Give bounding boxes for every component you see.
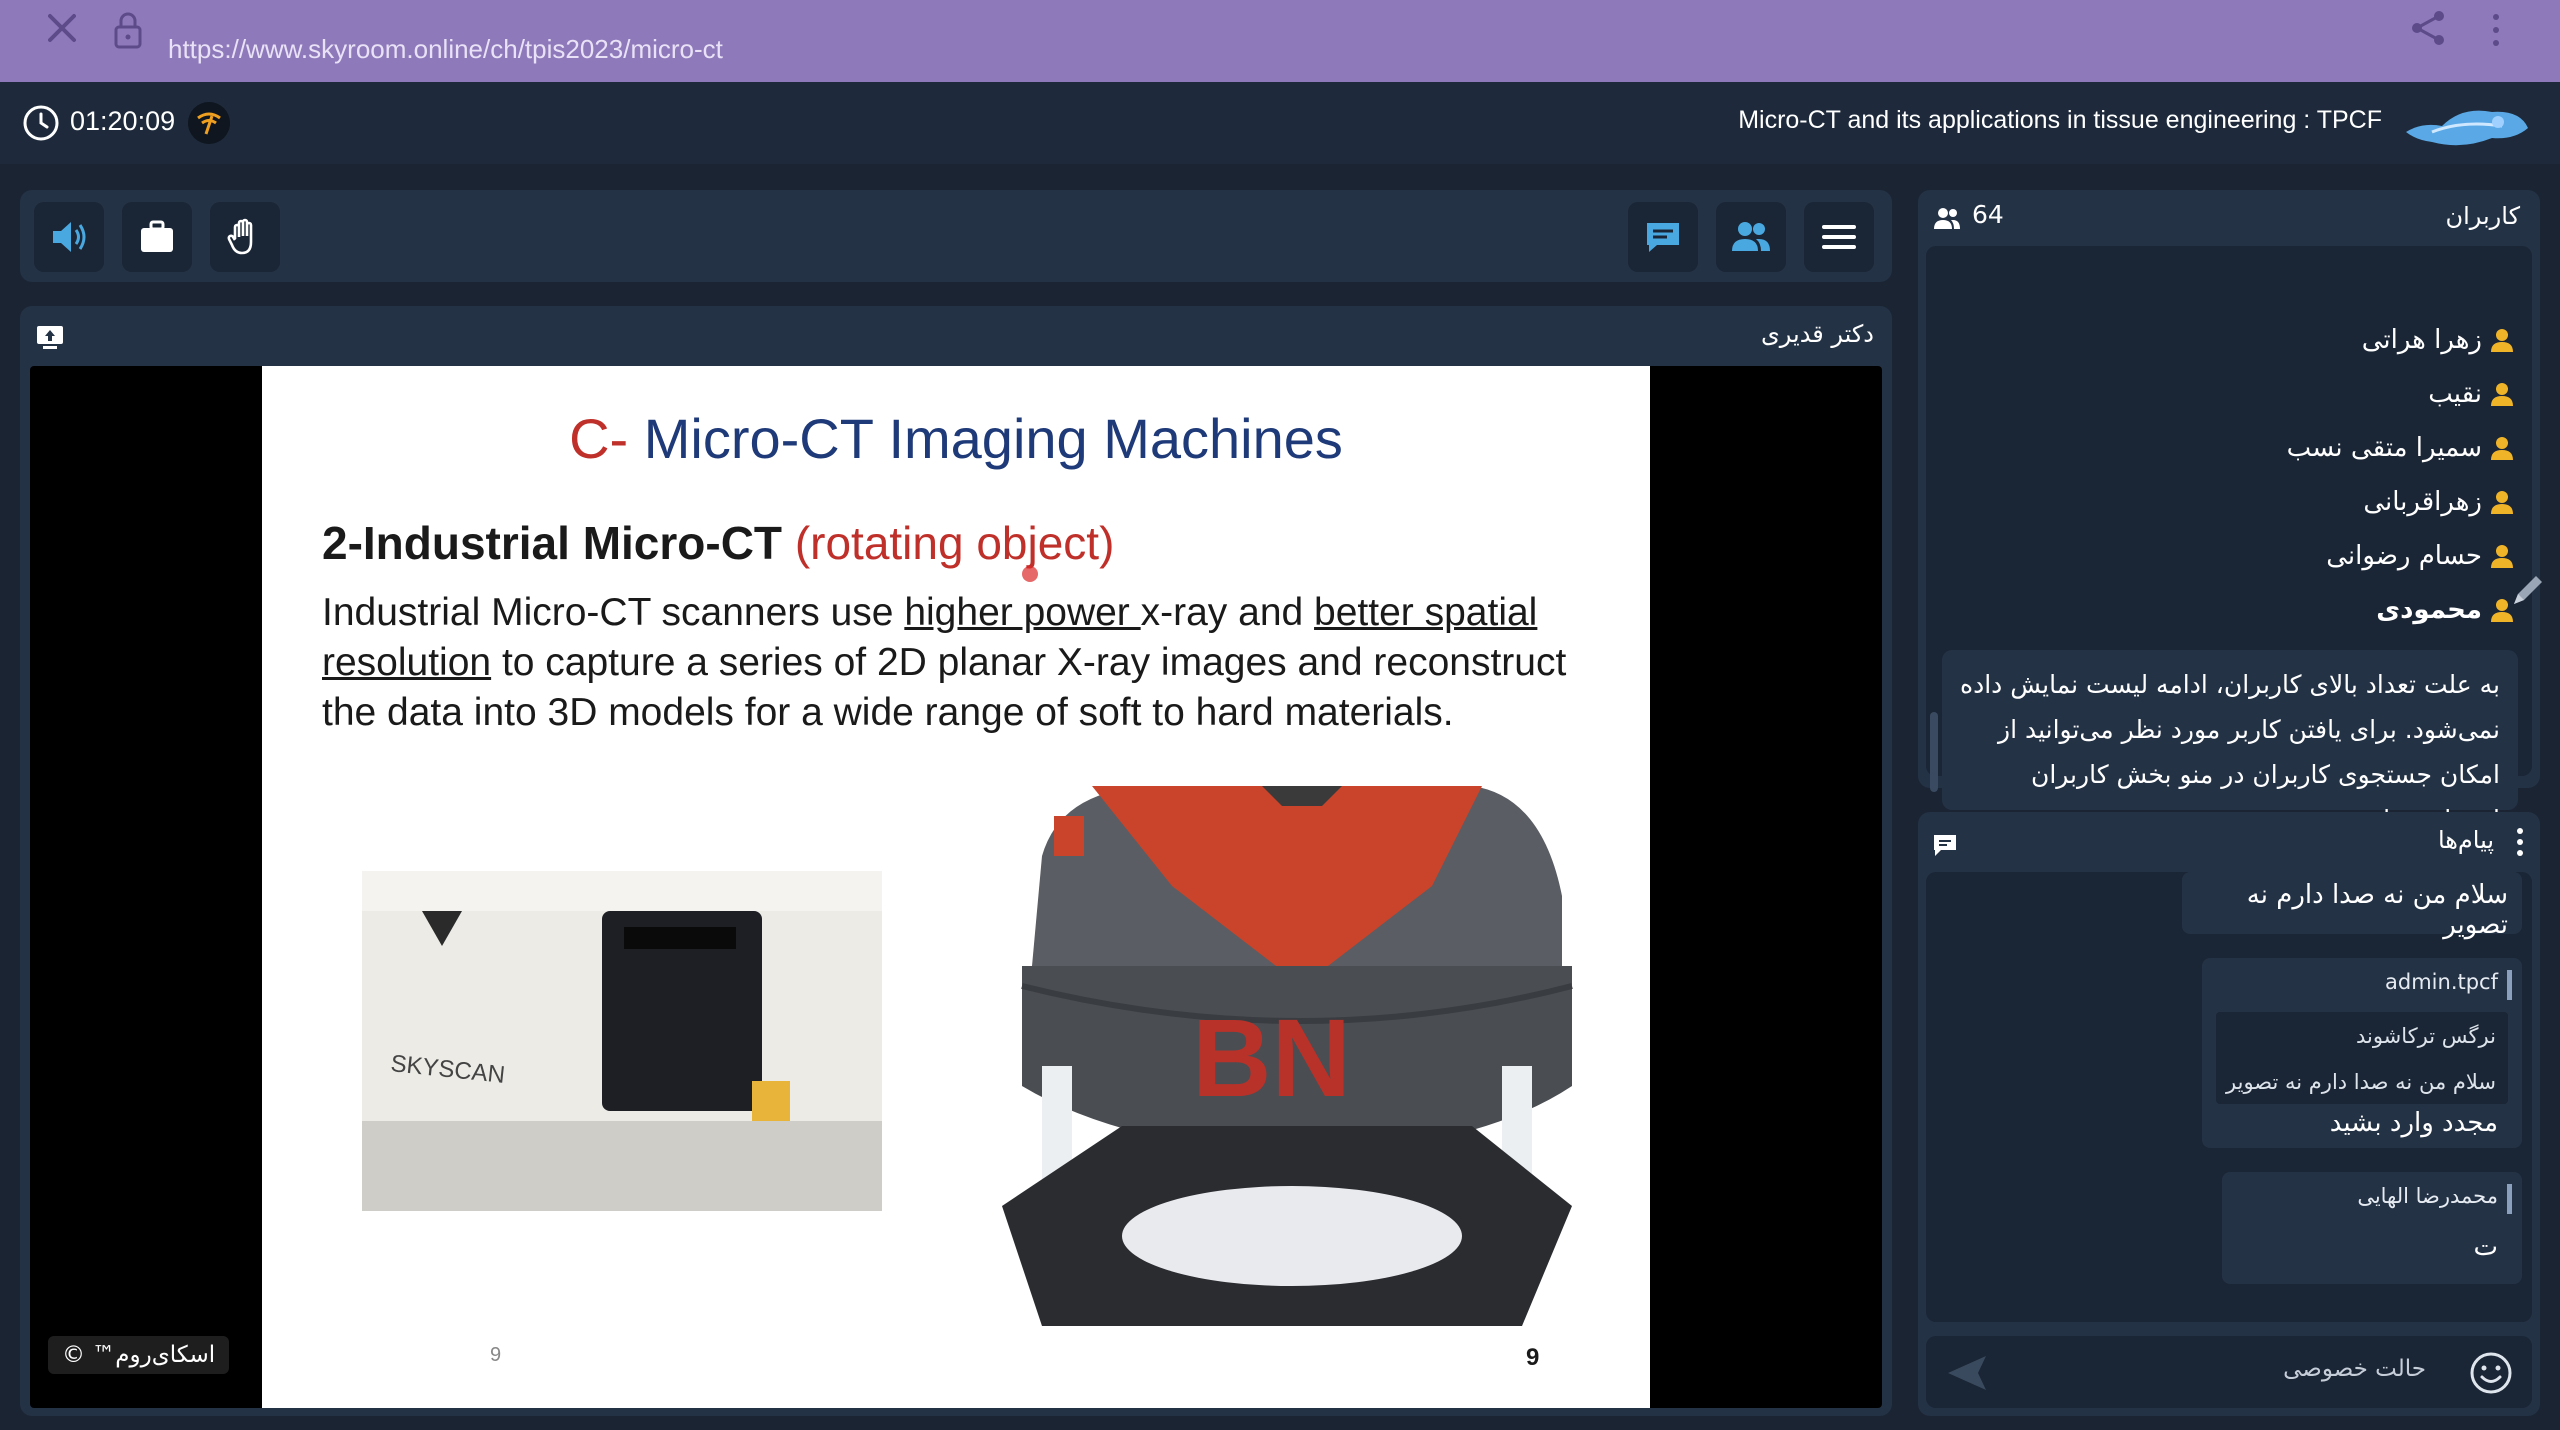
whiteboard-button[interactable] bbox=[122, 202, 192, 272]
slide-title-prefix: C- bbox=[569, 407, 629, 470]
raise-hand-button[interactable] bbox=[210, 202, 280, 272]
user-icon bbox=[2491, 329, 2513, 352]
toolbar bbox=[20, 190, 1892, 282]
slide-body-text: to capture a series of 2D planar X-ray i… bbox=[322, 641, 1567, 734]
raise-hand-icon bbox=[227, 218, 253, 255]
message-item[interactable]: سلام من نه صدا دارم نه تصویر bbox=[2182, 872, 2522, 940]
chat-icon bbox=[1934, 835, 1956, 856]
users-toggle-button[interactable] bbox=[1716, 202, 1786, 272]
sender-bar bbox=[2507, 970, 2512, 1000]
presenter-name: دکتر قدیری bbox=[1760, 320, 1874, 348]
users-panel: 64 کاربران زهرا هراتی نقیب سمیرا متقی نس… bbox=[1918, 190, 2540, 834]
briefcase-icon bbox=[141, 220, 173, 252]
screen-share-icon[interactable] bbox=[34, 322, 66, 352]
slide-subtitle: 2-Industrial Micro-CT (rotating object) bbox=[322, 516, 1114, 570]
skyscan-machine-image: SKYSCAN bbox=[362, 871, 882, 1211]
photo-right-label: BN bbox=[1192, 997, 1351, 1120]
messages-options-icon[interactable] bbox=[2512, 824, 2528, 860]
user-item[interactable]: محمودی bbox=[2376, 592, 2516, 628]
messages-panel-title: پیام‌ها bbox=[2437, 826, 2494, 854]
message-item[interactable]: محمدرضا الهایی ت bbox=[2222, 1172, 2522, 1284]
menu-button[interactable] bbox=[1804, 202, 1874, 272]
message-text: ت bbox=[2473, 1232, 2498, 1262]
speaker-icon bbox=[53, 222, 86, 252]
private-mode-label[interactable]: حالت خصوصی bbox=[2283, 1356, 2426, 1382]
video-panel: دکتر قدیری C- Micro-CT Imaging Machines … bbox=[20, 306, 1892, 1416]
more-options-icon[interactable] bbox=[2484, 8, 2508, 52]
skyroom-watermark: اسکای‌روم™ © bbox=[48, 1336, 230, 1374]
chat-toggle-button[interactable] bbox=[1628, 202, 1698, 272]
users-list: زهرا هراتی نقیب سمیرا متقی نسب زهراقربان… bbox=[1926, 246, 2532, 834]
browser-bar: https://www.skyroom.online/ch/tpis2023/m… bbox=[0, 0, 2560, 82]
messages-panel: پیام‌ها سلام من نه صدا دارم نه تصویر adm… bbox=[1918, 812, 2540, 1416]
user-item[interactable]: حسام رضوانی bbox=[2326, 538, 2516, 574]
slide-body-text: x-ray and bbox=[1140, 591, 1315, 634]
users-icon bbox=[1934, 208, 1960, 229]
skyroom-logo-icon bbox=[2406, 110, 2528, 146]
emoji-icon[interactable] bbox=[2468, 1350, 2514, 1396]
presentation-slide: C- Micro-CT Imaging Machines 2-Industria… bbox=[262, 366, 1650, 1408]
pointer-dot bbox=[1022, 566, 1038, 582]
slide-page-number: 9 bbox=[1526, 1344, 1540, 1371]
slide-body-underline: higher power bbox=[904, 591, 1141, 634]
user-name: نقیب bbox=[2428, 379, 2482, 409]
quoted-text: سلام من نه صدا دارم نه تصویر bbox=[2226, 1070, 2496, 1094]
user-name: حسام رضوانی bbox=[2326, 541, 2482, 571]
users-panel-title: کاربران bbox=[2445, 202, 2520, 230]
user-name: زهرا هراتی bbox=[2361, 325, 2482, 355]
app-header: 01:20:09 Micro-CT and its applications i… bbox=[0, 82, 2560, 164]
url-field[interactable]: https://www.skyroom.online/ch/tpis2023/m… bbox=[168, 34, 723, 65]
slide-title-text: Micro-CT Imaging Machines bbox=[628, 407, 1343, 470]
message-sender: admin.tpcf bbox=[2385, 970, 2498, 994]
signal-icon bbox=[188, 102, 230, 144]
slide-body-text: Industrial Micro-CT scanners use bbox=[322, 591, 905, 634]
industrial-ct-machine-image: BN bbox=[1002, 786, 1573, 1326]
user-item[interactable]: سمیرا متقی نسب bbox=[2287, 430, 2516, 466]
user-icon bbox=[2491, 545, 2513, 568]
slide-title: C- Micro-CT Imaging Machines bbox=[262, 406, 1650, 471]
user-item[interactable]: نقیب bbox=[2428, 376, 2516, 412]
chat-icon bbox=[1647, 223, 1679, 252]
users-list-notice: به علت تعداد بالای کاربران، ادامه لیست ن… bbox=[1942, 650, 2518, 834]
video-stream: C- Micro-CT Imaging Machines 2-Industria… bbox=[30, 366, 1882, 1408]
slide-subtitle-text: 2-Industrial Micro-CT bbox=[322, 517, 783, 569]
user-icon bbox=[2491, 383, 2513, 406]
speaker-button[interactable] bbox=[34, 202, 104, 272]
user-icon bbox=[2491, 491, 2513, 514]
quoted-author: نرگس ترکاشوند bbox=[2355, 1024, 2496, 1048]
message-item[interactable]: admin.tpcf نرگس ترکاشوند سلام من نه صدا … bbox=[2202, 958, 2522, 1148]
messages-list: سلام من نه صدا دارم نه تصویر admin.tpcf … bbox=[1926, 872, 2532, 1322]
share-icon[interactable] bbox=[2406, 6, 2450, 50]
message-text: مجدد وارد بشید bbox=[2329, 1108, 2498, 1138]
slide-subtitle-paren: (rotating object) bbox=[794, 517, 1115, 569]
user-name: زهراقربانی bbox=[2363, 487, 2482, 517]
session-timer: 01:20:09 bbox=[70, 106, 176, 136]
close-icon[interactable] bbox=[42, 8, 82, 48]
user-name: محمودی bbox=[2376, 595, 2482, 625]
message-composer[interactable]: حالت خصوصی bbox=[1926, 1336, 2532, 1408]
user-icon bbox=[2491, 437, 2513, 460]
users-count: 64 bbox=[1972, 200, 2004, 229]
user-item[interactable]: زهرا هراتی bbox=[2362, 322, 2516, 358]
quoted-message: نرگس ترکاشوند سلام من نه صدا دارم نه تصو… bbox=[2216, 1012, 2508, 1104]
pencil-icon[interactable] bbox=[2506, 570, 2548, 612]
slide-body: Industrial Micro-CT scanners use higher … bbox=[322, 588, 1602, 738]
user-name: سمیرا متقی نسب bbox=[2286, 433, 2482, 463]
clock-icon bbox=[23, 105, 59, 141]
course-title: Micro-CT and its applications in tissue … bbox=[1738, 106, 2382, 134]
user-item[interactable]: زهراقربانی bbox=[2363, 484, 2516, 520]
slide-page-number-small: 9 bbox=[490, 1344, 502, 1366]
users-list-scrollbar[interactable] bbox=[1930, 712, 1938, 792]
message-sender: محمدرضا الهایی bbox=[2357, 1184, 2498, 1208]
users-icon bbox=[1732, 222, 1770, 251]
lock-icon bbox=[114, 12, 142, 49]
menu-icon bbox=[1822, 225, 1856, 249]
sender-bar bbox=[2507, 1184, 2512, 1214]
send-icon[interactable] bbox=[1946, 1354, 1988, 1392]
message-text: سلام من نه صدا دارم نه تصویر bbox=[2246, 880, 2508, 940]
